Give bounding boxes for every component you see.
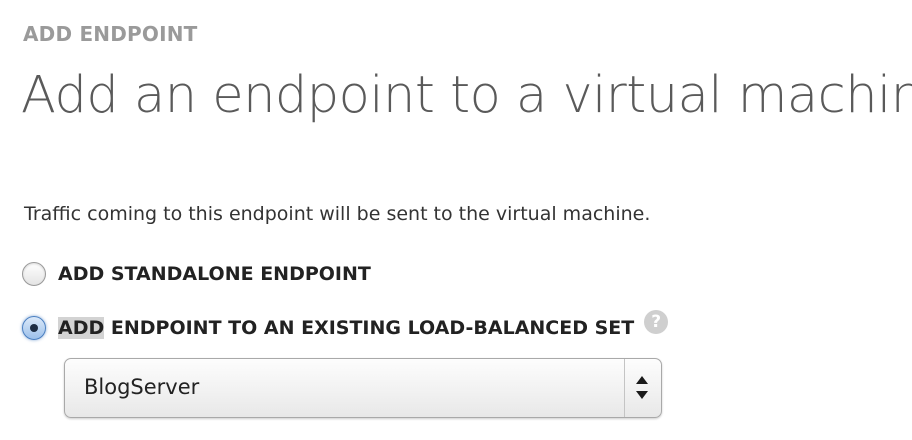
description-text: Traffic coming to this endpoint will be … (24, 203, 651, 225)
label-highlight: ADD (58, 317, 105, 339)
standalone-endpoint-option[interactable]: ADD STANDALONE ENDPOINT (22, 262, 371, 286)
page-title: Add an endpoint to a virtual machine (21, 66, 912, 125)
help-question-icon[interactable]: ? (644, 310, 669, 334)
existing-load-balanced-set-option[interactable]: ADD ENDPOINT TO AN EXISTING LOAD-BALANCE… (22, 310, 669, 340)
standalone-radio-label[interactable]: ADD STANDALONE ENDPOINT (58, 263, 371, 285)
standalone-radio-button[interactable] (22, 262, 46, 286)
label-rest: ENDPOINT TO AN EXISTING LOAD-BALANCED SE… (104, 317, 635, 339)
select-arrows-icon[interactable] (624, 359, 661, 417)
chevron-down-icon (636, 391, 648, 399)
step-label: ADD ENDPOINT (23, 22, 198, 46)
existing-set-radio-button[interactable] (22, 316, 46, 340)
load-balanced-set-select[interactable]: BlogServer (64, 358, 662, 418)
selected-set-value: BlogServer (84, 375, 200, 399)
existing-set-radio-label[interactable]: ADD ENDPOINT TO AN EXISTING LOAD-BALANCE… (58, 317, 634, 339)
chevron-up-icon (636, 376, 648, 384)
